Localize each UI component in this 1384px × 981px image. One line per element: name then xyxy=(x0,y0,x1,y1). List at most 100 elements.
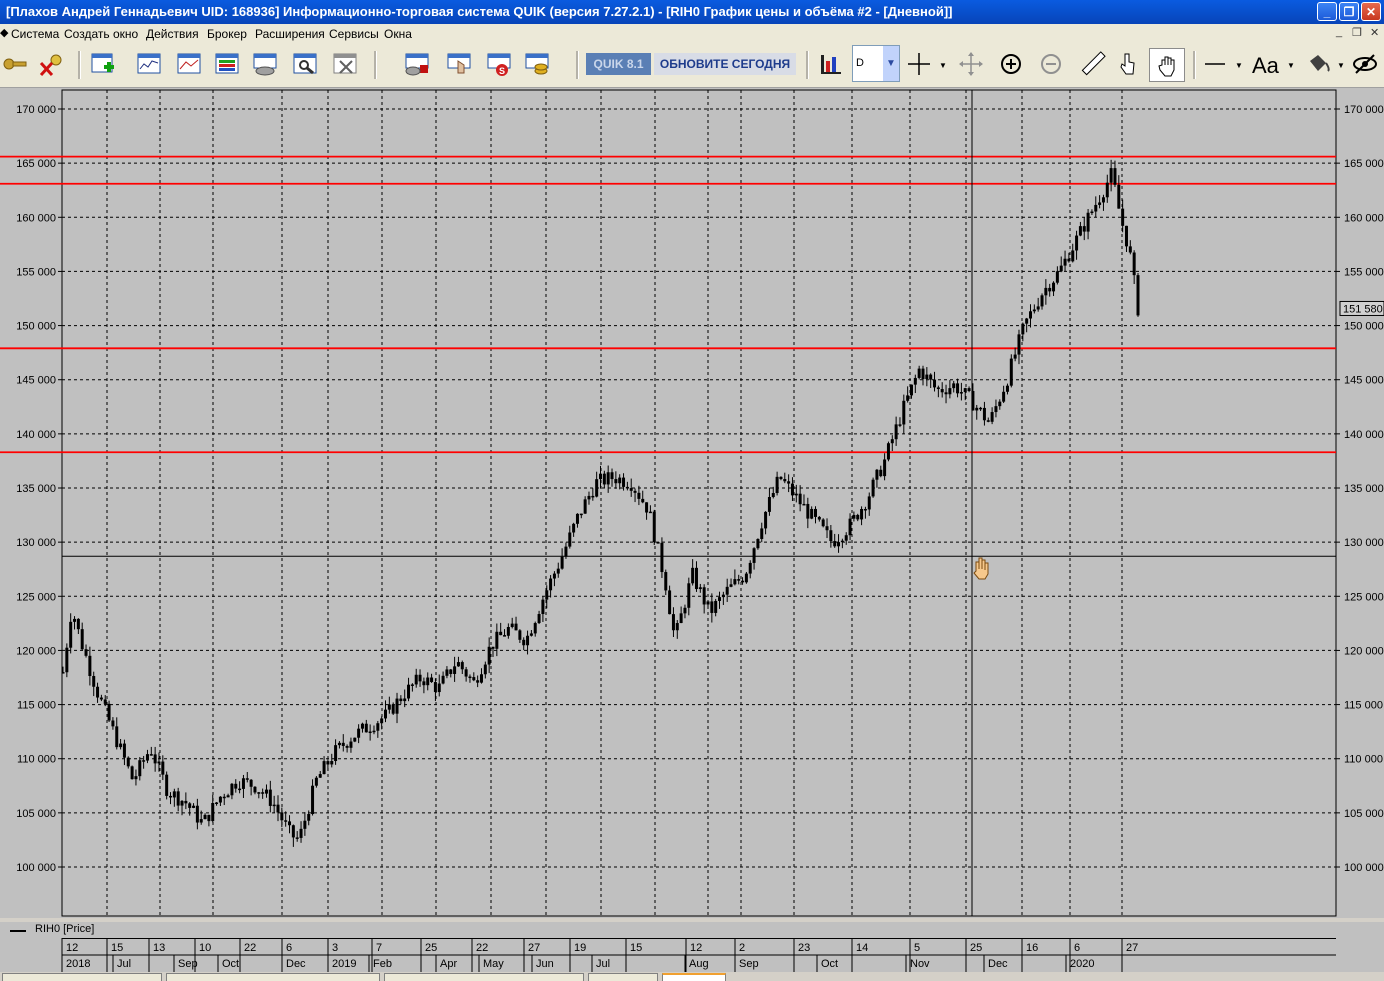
chevron-down-icon[interactable]: ▼ xyxy=(883,46,899,81)
candle-body xyxy=(430,677,434,683)
candle-body xyxy=(142,760,146,762)
candle-body xyxy=(495,631,499,649)
graph-window-icon[interactable] xyxy=(176,51,202,77)
candle-body xyxy=(472,677,476,681)
child-minimize-icon[interactable]: _ xyxy=(1336,26,1342,38)
candle-body xyxy=(73,618,77,622)
candle-body xyxy=(975,407,979,411)
paint-dropdown-icon[interactable]: ▼ xyxy=(1337,61,1345,70)
y-tick-label-right: 100 000 xyxy=(1344,862,1384,874)
y-tick-label-right: 165 000 xyxy=(1344,158,1384,170)
key-icon[interactable] xyxy=(2,51,28,77)
stop-order-window-icon[interactable] xyxy=(446,51,472,77)
candle-body xyxy=(1136,275,1140,316)
paint-bucket-icon[interactable] xyxy=(1306,51,1332,77)
visibility-icon[interactable] xyxy=(1352,51,1378,77)
quik-version-badge[interactable]: QUIK 8.1 xyxy=(586,53,651,75)
chart-window-icon[interactable] xyxy=(136,51,162,77)
candle-body xyxy=(602,473,606,485)
minimize-icon[interactable]: _ xyxy=(1317,2,1337,21)
ruler-icon[interactable] xyxy=(1080,51,1106,77)
menu-broker[interactable]: Брокер xyxy=(207,27,247,41)
candle-body xyxy=(737,579,741,581)
time-axis-day-label: 25 xyxy=(425,942,437,954)
restore-icon[interactable]: ❐ xyxy=(1339,2,1359,21)
candle-body xyxy=(372,730,376,733)
y-tick-label-left: 145 000 xyxy=(16,375,56,387)
candle-body xyxy=(633,490,637,493)
toolbar-separator xyxy=(1193,51,1196,79)
candle-body xyxy=(1128,246,1132,253)
crosshair-dropdown-icon[interactable]: ▼ xyxy=(939,61,947,70)
time-axis-month-label: Sep xyxy=(739,958,759,970)
crosshair-icon[interactable] xyxy=(906,51,932,77)
candle-body xyxy=(641,498,645,503)
candle-body xyxy=(222,796,226,799)
candle-body xyxy=(952,383,956,389)
disconnect-key-icon[interactable] xyxy=(38,51,64,77)
close-icon[interactable]: ✕ xyxy=(1361,2,1381,21)
time-axis[interactable]: 12 15 13 10 22 6 3 7 25 22 27 19 15 12 2 23 14 5 25 16 6 27 20… xyxy=(0,938,1384,972)
candle-body xyxy=(334,745,338,762)
candle-body xyxy=(130,766,134,780)
time-axis-day-label: 27 xyxy=(1126,942,1138,954)
y-tick-label-right: 150 000 xyxy=(1344,321,1384,333)
move-icon[interactable] xyxy=(958,51,984,77)
candle-body xyxy=(249,779,253,787)
deal-window-icon[interactable] xyxy=(252,51,278,77)
candle-body xyxy=(433,682,437,693)
child-restore-icon[interactable]: ❐ xyxy=(1352,26,1362,39)
candle-body xyxy=(691,567,695,584)
candle-body xyxy=(180,800,184,806)
money-window-icon[interactable]: S xyxy=(486,51,512,77)
price-chart-canvas[interactable]: 100 000 100 000 105 000 105 000 110 000 110 0… xyxy=(0,88,1384,918)
new-window-icon[interactable] xyxy=(90,51,116,77)
menu-extensions[interactable]: Расширения xyxy=(255,27,325,41)
time-axis-day-label: 7 xyxy=(376,942,382,954)
child-close-icon[interactable]: ✕ xyxy=(1370,26,1379,39)
interval-select[interactable]: D ▼ xyxy=(852,45,900,82)
close-window-icon[interactable] xyxy=(332,51,358,77)
candle-body xyxy=(149,754,153,756)
order-window-icon[interactable] xyxy=(404,51,430,77)
text-tool-button[interactable]: Aa xyxy=(1252,53,1279,79)
time-axis-day-label: 5 xyxy=(914,942,920,954)
candle-body xyxy=(572,523,576,533)
candle-body xyxy=(833,541,837,547)
candle-body xyxy=(998,401,1002,407)
candle-body xyxy=(848,518,852,536)
menu-system[interactable]: Система xyxy=(11,27,59,41)
menu-services[interactable]: Сервисы xyxy=(329,27,379,41)
y-tick-label-left: 100 000 xyxy=(16,862,56,874)
candle-body xyxy=(982,407,986,421)
update-today-banner[interactable]: ОБНОВИТЕ СЕГОДНЯ xyxy=(654,53,796,75)
toolbar: S QUIK 8.1 ОБНОВИТЕ СЕГОДНЯ D ▼ ▼ ▼ Aa ▼… xyxy=(0,43,1384,88)
title-bar[interactable]: [Плахов Андрей Геннадьевич UID: 168936] … xyxy=(0,0,1384,24)
zoom-out-icon[interactable] xyxy=(1038,51,1064,77)
price-chart[interactable]: 100 000 100 000 105 000 105 000 110 000 110 0… xyxy=(0,88,1384,918)
zoom-in-icon[interactable] xyxy=(998,51,1024,77)
table-window-icon[interactable] xyxy=(214,51,240,77)
candle-body xyxy=(702,587,706,605)
candle-body xyxy=(357,728,361,738)
pointer-hand-icon[interactable] xyxy=(1114,51,1140,77)
candle-body xyxy=(483,664,487,675)
candle-body xyxy=(806,503,810,519)
chart-type-icon[interactable] xyxy=(818,51,844,77)
search-window-icon[interactable] xyxy=(292,51,318,77)
candle-body xyxy=(921,368,925,380)
y-tick-label-right: 140 000 xyxy=(1344,429,1384,441)
app-menu-icon[interactable]: ◆ xyxy=(0,26,8,39)
grab-hand-button[interactable] xyxy=(1149,48,1185,82)
plot-frame xyxy=(61,89,1337,917)
menu-create-window[interactable]: Создать окно xyxy=(64,27,138,41)
time-axis-day-label: 6 xyxy=(286,942,292,954)
line-tool-dropdown-icon[interactable]: ▼ xyxy=(1235,61,1243,70)
text-tool-dropdown-icon[interactable]: ▼ xyxy=(1287,61,1295,70)
menu-windows[interactable]: Окна xyxy=(384,27,412,41)
portfolio-window-icon[interactable] xyxy=(524,51,550,77)
menu-actions[interactable]: Действия xyxy=(146,27,199,41)
candle-body xyxy=(207,814,211,822)
line-tool-icon[interactable] xyxy=(1203,51,1229,77)
candle-body xyxy=(157,761,161,764)
